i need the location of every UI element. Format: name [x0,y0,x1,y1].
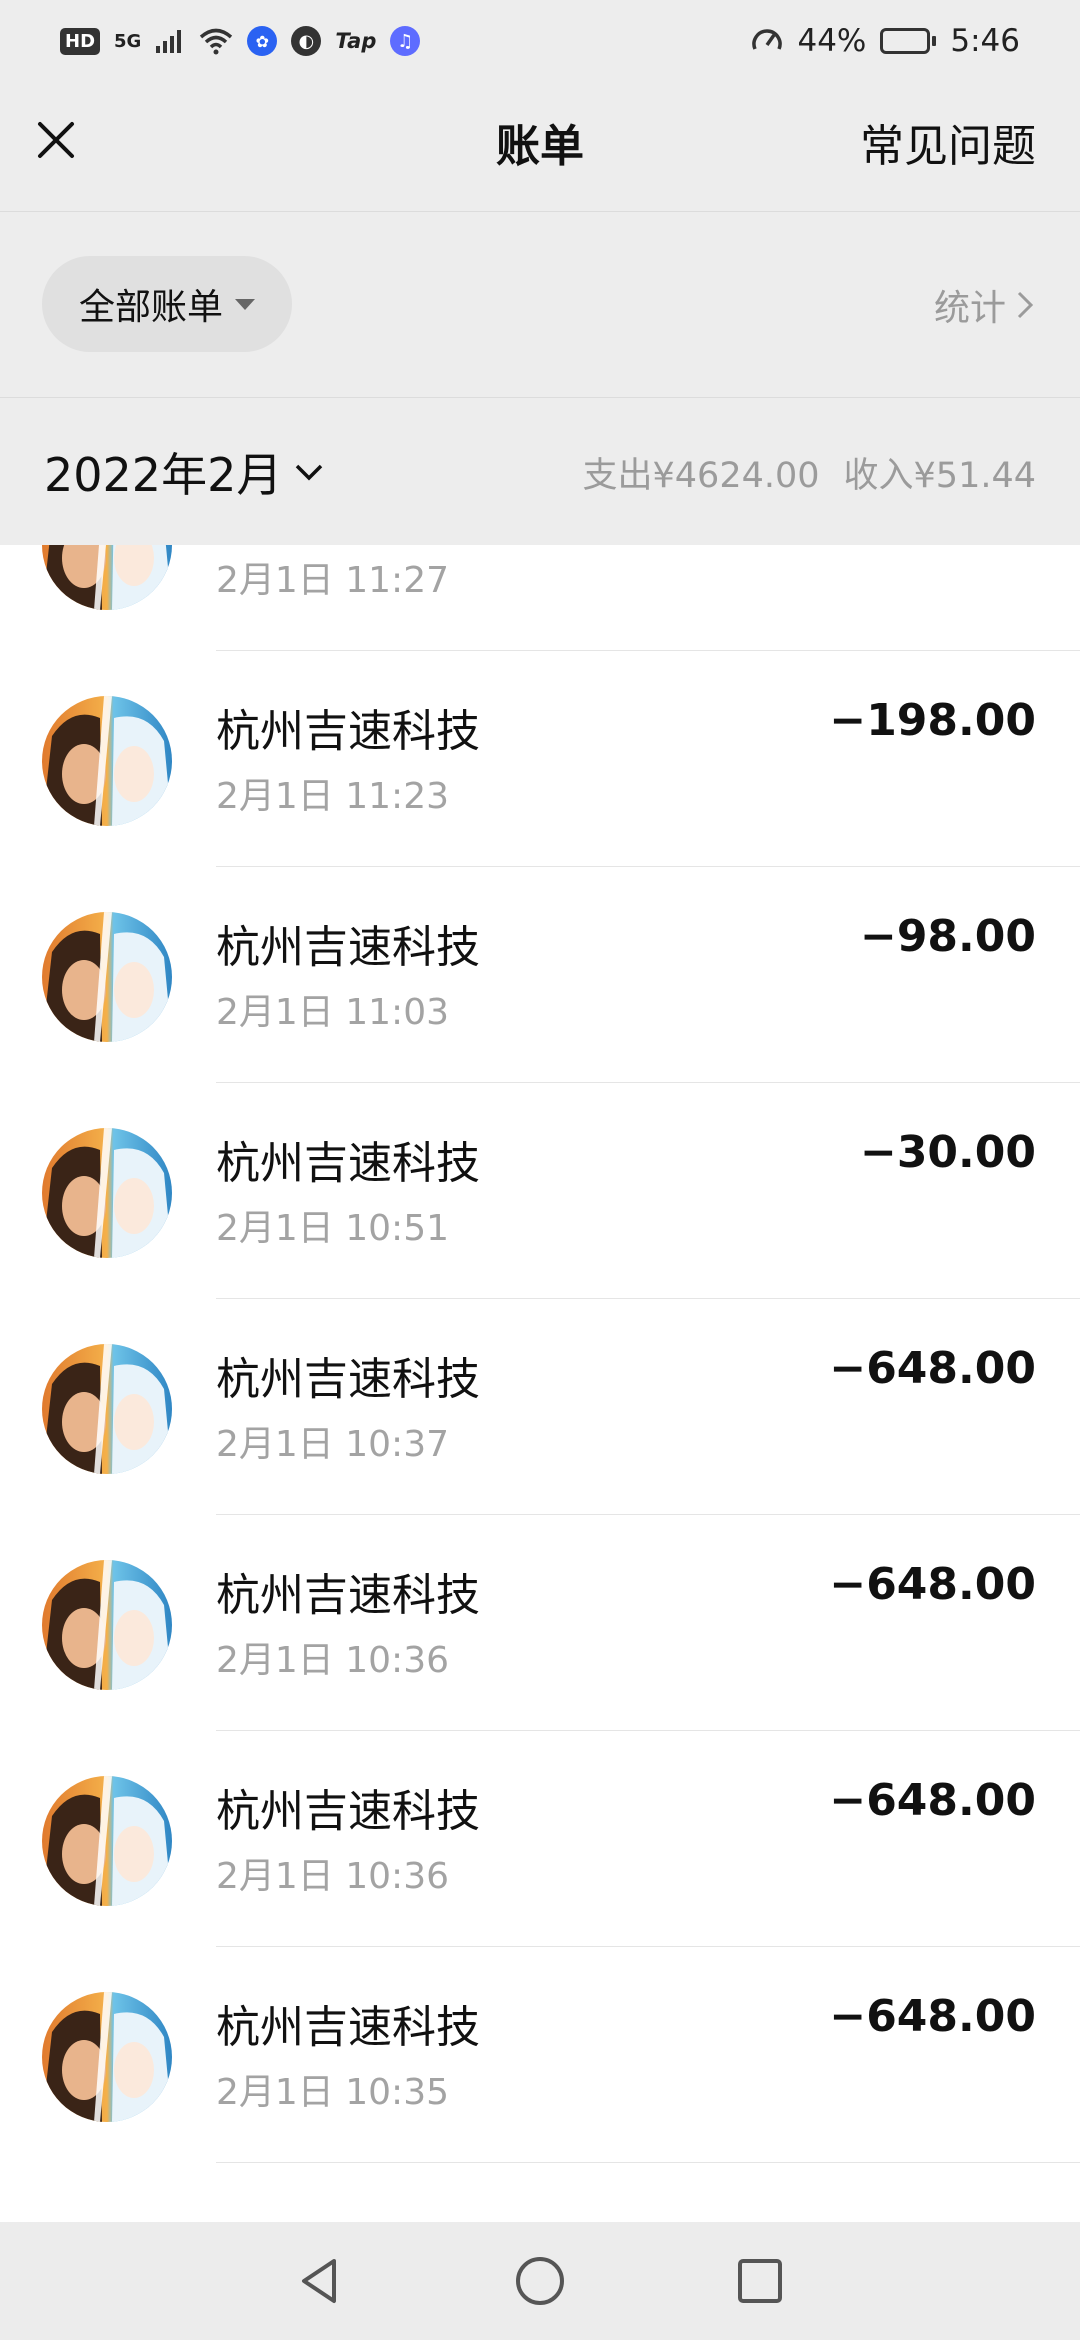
triangle-back-icon[interactable] [290,2251,350,2311]
merchant-name: 杭州吉速科技 [216,1354,480,1405]
transaction-row[interactable]: 杭州吉速科技 2月1日 11:23 −198.00 [0,651,1080,867]
transaction-list-inner: 杭州吉速科技 2月1日 11:27 -648.00 杭州吉速科技 2月1日 11… [0,545,1080,2163]
chevron-down-icon [296,464,323,481]
month-summary-bar: 2022年2月 支出¥4624.00 收入¥51.44 [0,397,1080,545]
browser-app-icon: ◐ [291,26,322,56]
transaction-amount: −648.00 [829,1343,1036,1394]
merchant-avatar [42,912,172,1042]
all-bills-filter-button[interactable]: 全部账单 [42,256,292,352]
merchant-avatar-image [42,912,172,1042]
transaction-time: 2月1日 11:23 [216,776,449,817]
system-nav-bar [0,2222,1080,2340]
row-divider [216,2162,1080,2163]
expense-total: 支出¥4624.00 [582,455,820,496]
transaction-row[interactable]: 杭州吉速科技 2月1日 10:51 −30.00 [0,1083,1080,1299]
transaction-list[interactable]: 杭州吉速科技 2月1日 11:27 -648.00 杭州吉速科技 2月1日 11… [0,545,1080,2222]
transaction-amount: −648.00 [829,1559,1036,1610]
merchant-name: 杭州吉速科技 [216,2002,480,2053]
merchant-avatar-image [42,1344,172,1474]
merchant-avatar [42,1344,172,1474]
bill-screen: HD 5G ✿ ◐ Tap ♫ 44% 5:46 账单 常见问题 全部账单 统计… [0,0,1080,2340]
transaction-row[interactable]: 杭州吉速科技 2月1日 10:37 −648.00 [0,1299,1080,1515]
merchant-avatar-image [42,1776,172,1906]
hd-icon: HD [60,27,101,55]
transaction-row[interactable]: 杭州吉速科技 2月1日 10:36 −648.00 [0,1515,1080,1731]
merchant-avatar [42,545,172,610]
merchant-avatar-image [42,545,172,610]
merchant-name: 杭州吉速科技 [216,1786,480,1837]
transaction-time: 2月1日 10:51 [216,1208,449,1249]
speedometer-icon [752,29,783,50]
transaction-time: 2月1日 10:35 [216,2072,449,2113]
all-bills-label: 全部账单 [78,287,223,328]
circle-home-icon[interactable] [510,2251,570,2311]
transaction-row[interactable]: 杭州吉速科技 2月1日 10:36 −648.00 [0,1731,1080,1947]
stats-link[interactable]: 统计 [934,212,1036,397]
transaction-amount: −30.00 [859,1127,1036,1178]
battery-percent: 44% [797,23,867,59]
merchant-name: 杭州吉速科技 [216,1138,480,1189]
square-recents-icon[interactable] [730,2251,790,2311]
transaction-row[interactable]: 杭州吉速科技 2月1日 10:35 −648.00 [0,1947,1080,2163]
status-right: 44% 5:46 [751,23,1020,59]
transaction-row[interactable]: 杭州吉速科技 2月1日 11:03 −98.00 [0,867,1080,1083]
close-icon [38,122,74,158]
transaction-time: 2月1日 11:03 [216,992,449,1033]
header: 账单 常见问题 [0,82,1080,212]
income-total: 收入¥51.44 [843,455,1036,496]
merchant-avatar-image [42,1128,172,1258]
transaction-time: 2月1日 10:37 [216,1424,449,1465]
transaction-amount: −648.00 [829,1991,1036,2042]
music-app-icon: ♫ [390,26,421,56]
signal-icon [156,30,182,53]
transaction-time: 2月1日 10:36 [216,1856,449,1897]
transaction-row[interactable]: 杭州吉速科技 2月1日 11:27 -648.00 [0,545,1080,651]
merchant-avatar [42,1560,172,1690]
status-left: HD 5G ✿ ◐ Tap ♫ [60,26,421,56]
baidu-app-icon: ✿ [247,26,278,56]
month-summary: 支出¥4624.00 收入¥51.44 [583,398,1036,546]
merchant-name: 杭州吉速科技 [216,1570,480,1621]
merchant-avatar-image [42,1992,172,2122]
merchant-name: 杭州吉速科技 [216,706,480,757]
close-button[interactable] [28,112,84,168]
transaction-amount: −648.00 [829,1775,1036,1826]
clock: 5:46 [950,23,1020,59]
status-bar: HD 5G ✿ ◐ Tap ♫ 44% 5:46 [0,0,1080,82]
month-label: 2022年2月 [44,448,283,502]
merchant-avatar-image [42,1560,172,1690]
tap-app-icon: Tap [335,29,377,53]
wifi-icon [200,28,233,55]
merchant-name: 杭州吉速科技 [216,922,480,973]
battery-icon [880,28,937,54]
merchant-avatar [42,1992,172,2122]
caret-down-icon [235,298,255,310]
faq-link[interactable]: 常见问题 [860,82,1036,212]
transaction-amount: −98.00 [859,911,1036,962]
stats-label: 统计 [933,287,1006,329]
merchant-avatar [42,1776,172,1906]
merchant-avatar-image [42,696,172,826]
network-type: 5G [114,30,142,52]
transaction-amount: −198.00 [829,695,1036,746]
transaction-time: 2月1日 10:36 [216,1640,449,1681]
filter-bar: 全部账单 统计 [0,212,1080,397]
merchant-avatar [42,696,172,826]
chevron-right-icon [1017,291,1034,318]
transaction-time: 2月1日 11:27 [216,560,449,601]
merchant-avatar [42,1128,172,1258]
month-selector[interactable]: 2022年2月 [44,398,326,546]
